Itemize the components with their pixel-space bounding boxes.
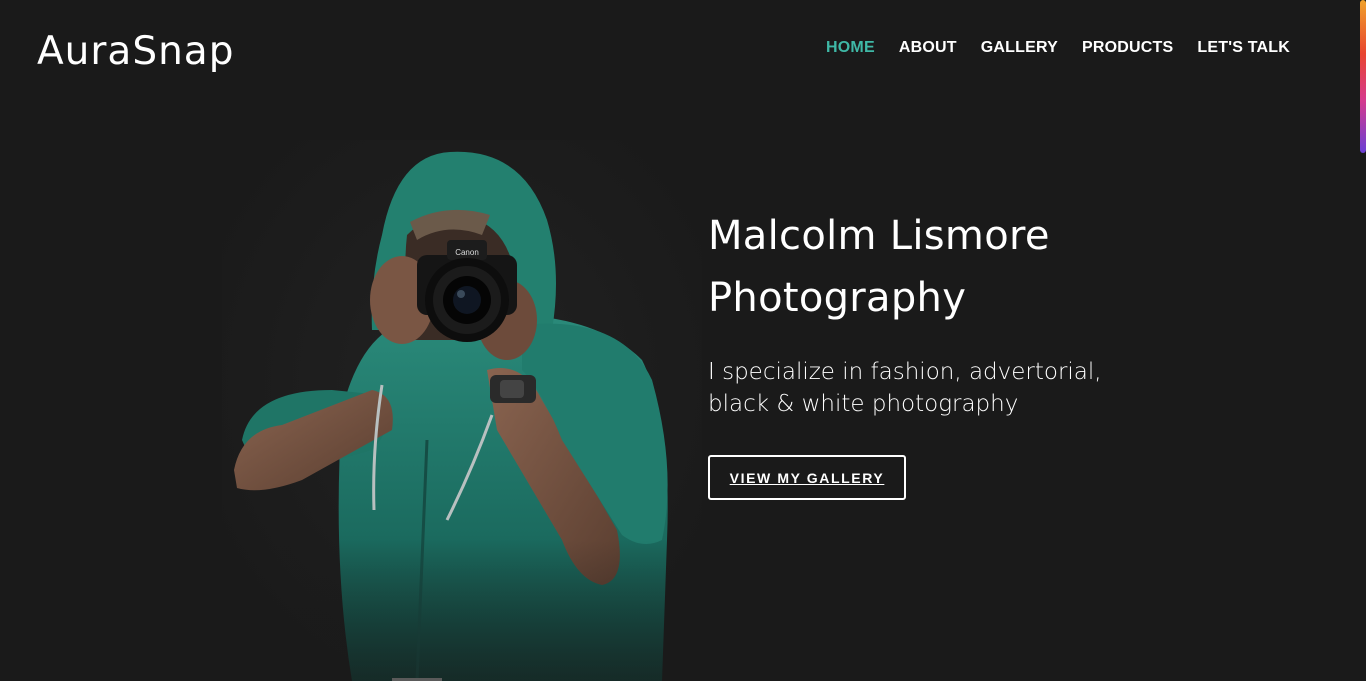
nav-item-gallery[interactable]: GALLERY (981, 38, 1058, 58)
nav-item-products[interactable]: PRODUCTS (1082, 38, 1173, 58)
nav-item-home[interactable]: HOME (826, 38, 875, 58)
hero-title-line-1: Malcolm Lismore (708, 213, 1050, 259)
hero-title: Malcolm Lismore Photography (708, 205, 1228, 329)
hero-text: Malcolm Lismore Photography I specialize… (708, 205, 1228, 420)
nav-item-about[interactable]: ABOUT (899, 38, 957, 58)
hero-subtitle: I specialize in fashion, advertorial, bl… (708, 356, 1228, 420)
page-scrollbar[interactable] (1360, 0, 1366, 681)
main-nav: HOME ABOUT GALLERY PRODUCTS LET'S TALK (826, 38, 1290, 58)
camera-brand-label: Canon (455, 248, 479, 257)
hero-title-line-2: Photography (708, 275, 967, 321)
page: AuraSnap HOME ABOUT GALLERY PRODUCTS LET… (0, 0, 1360, 681)
hero-subtitle-line-1: I specialize in fashion, advertorial, (708, 359, 1102, 385)
hero-subtitle-line-2: black & white photography (708, 391, 1019, 417)
nav-item-lets-talk[interactable]: LET'S TALK (1197, 38, 1290, 58)
scrollbar-thumb[interactable] (1360, 0, 1366, 153)
site-logo[interactable]: AuraSnap (37, 28, 234, 76)
view-gallery-button[interactable]: VIEW MY GALLERY (708, 455, 906, 500)
hero-photo: Canon (222, 140, 702, 681)
